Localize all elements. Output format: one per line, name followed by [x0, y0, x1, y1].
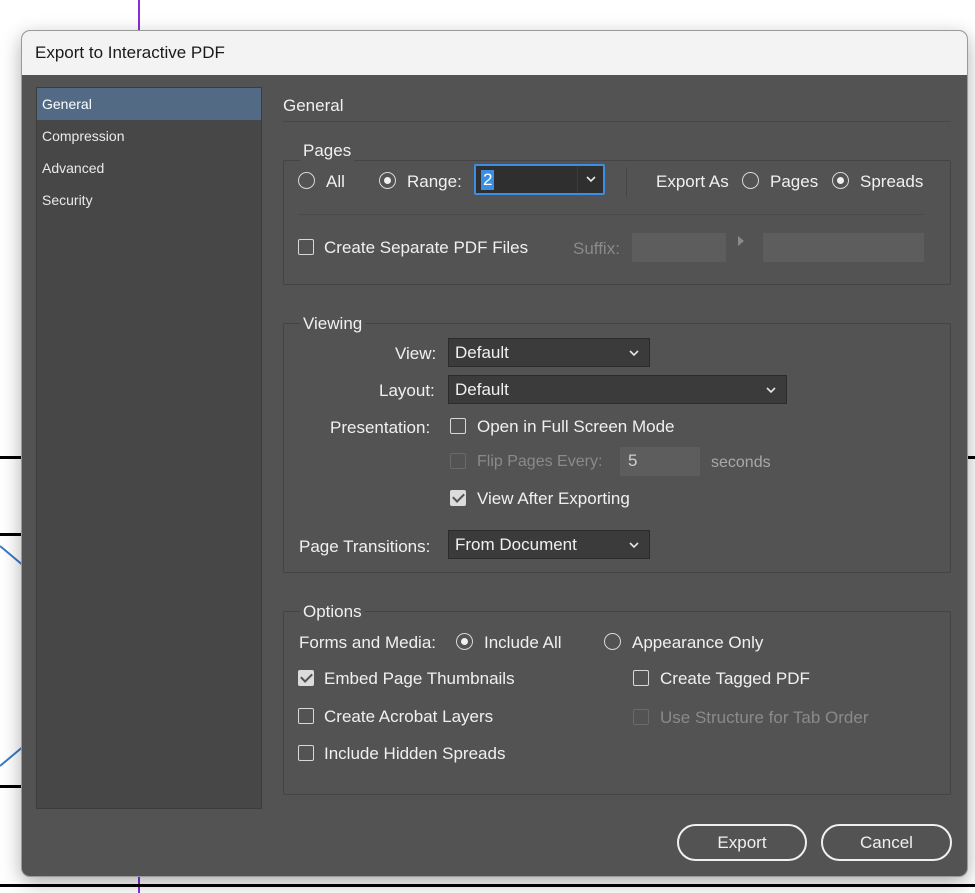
tab-order-checkbox	[633, 709, 649, 725]
chevron-down-icon	[586, 176, 596, 183]
page-edge	[966, 456, 975, 459]
all-pages-label: All	[326, 172, 345, 191]
suffix-variable-input	[763, 233, 924, 262]
page-edge	[0, 785, 24, 788]
range-radio[interactable]	[379, 172, 396, 189]
view-label: View:	[395, 344, 437, 363]
fullscreen-checkbox[interactable]	[450, 418, 466, 434]
suffix-label: Suffix:	[573, 239, 620, 258]
chevron-down-icon	[629, 350, 639, 357]
include-all-label: Include All	[484, 633, 562, 652]
range-label: Range:	[407, 172, 462, 191]
layout-dropdown[interactable]: Default	[448, 375, 787, 404]
transitions-dropdown[interactable]: From Document	[448, 530, 650, 559]
export-pages-radio[interactable]	[742, 172, 759, 189]
export-spreads-radio[interactable]	[832, 172, 849, 189]
acrobat-layers-label: Create Acrobat Layers	[324, 707, 494, 726]
tab-order-label: Use Structure for Tab Order	[660, 708, 869, 727]
export-spreads-label: Spreads	[860, 172, 924, 191]
export-as-label: Export As	[656, 172, 729, 191]
all-pages-radio[interactable]	[298, 172, 315, 189]
export-dialog: Export to Interactive PDF General Compre…	[22, 31, 967, 876]
view-after-checkbox[interactable]	[450, 490, 466, 506]
hidden-spreads-checkbox[interactable]	[298, 745, 314, 761]
frame-diagonal	[0, 745, 24, 767]
presentation-label: Presentation:	[330, 418, 431, 437]
flip-pages-label: Flip Pages Every:	[477, 453, 603, 470]
tagged-pdf-label: Create Tagged PDF	[660, 669, 810, 688]
separate-pdf-checkbox[interactable]	[298, 239, 314, 255]
appearance-only-label: Appearance Only	[632, 633, 764, 652]
section-heading: General	[283, 96, 344, 115]
hidden-spreads-label: Include Hidden Spreads	[324, 744, 506, 763]
layout-value: Default	[455, 380, 509, 399]
guide-line	[138, 0, 140, 32]
layout-label: Layout:	[379, 381, 435, 400]
transitions-value: From Document	[455, 535, 577, 554]
view-dropdown[interactable]: Default	[448, 338, 650, 367]
embed-thumbnails-label: Embed Page Thumbnails	[324, 669, 515, 688]
forms-media-label: Forms and Media:	[299, 633, 436, 652]
chevron-down-icon	[766, 387, 776, 394]
embed-thumbnails-checkbox[interactable]	[298, 670, 314, 686]
frame-diagonal	[0, 545, 24, 567]
heading-divider	[283, 121, 951, 122]
export-pages-label: Pages	[770, 172, 819, 191]
flip-pages-checkbox	[450, 453, 466, 469]
export-button[interactable]: Export	[677, 824, 807, 861]
pages-group-label: Pages	[300, 141, 355, 161]
chevron-down-icon	[629, 542, 639, 549]
options-group-label: Options	[300, 602, 365, 622]
page-edge	[0, 456, 24, 459]
viewing-group-label: Viewing	[300, 314, 366, 334]
separator	[298, 214, 924, 215]
view-after-label: View After Exporting	[477, 489, 630, 508]
acrobat-layers-checkbox[interactable]	[298, 708, 314, 724]
appearance-only-radio[interactable]	[604, 633, 621, 650]
view-value: Default	[455, 343, 509, 362]
page-edge	[0, 884, 975, 887]
page-edge	[0, 533, 24, 536]
flip-seconds-input: 5	[620, 447, 700, 476]
tagged-pdf-checkbox[interactable]	[633, 670, 649, 686]
range-input[interactable]: 2	[474, 164, 605, 195]
separate-pdf-label: Create Separate PDF Files	[324, 238, 529, 257]
suffix-input	[632, 233, 726, 262]
range-value: 2	[481, 170, 495, 190]
include-all-radio[interactable]	[456, 633, 473, 650]
fullscreen-label: Open in Full Screen Mode	[477, 417, 675, 436]
seconds-label: seconds	[711, 454, 771, 471]
transitions-label: Page Transitions:	[299, 537, 431, 556]
separator	[626, 167, 627, 197]
triangle-right-icon	[738, 236, 744, 246]
cancel-button[interactable]: Cancel	[821, 824, 952, 861]
range-dropdown-button[interactable]	[577, 166, 603, 193]
